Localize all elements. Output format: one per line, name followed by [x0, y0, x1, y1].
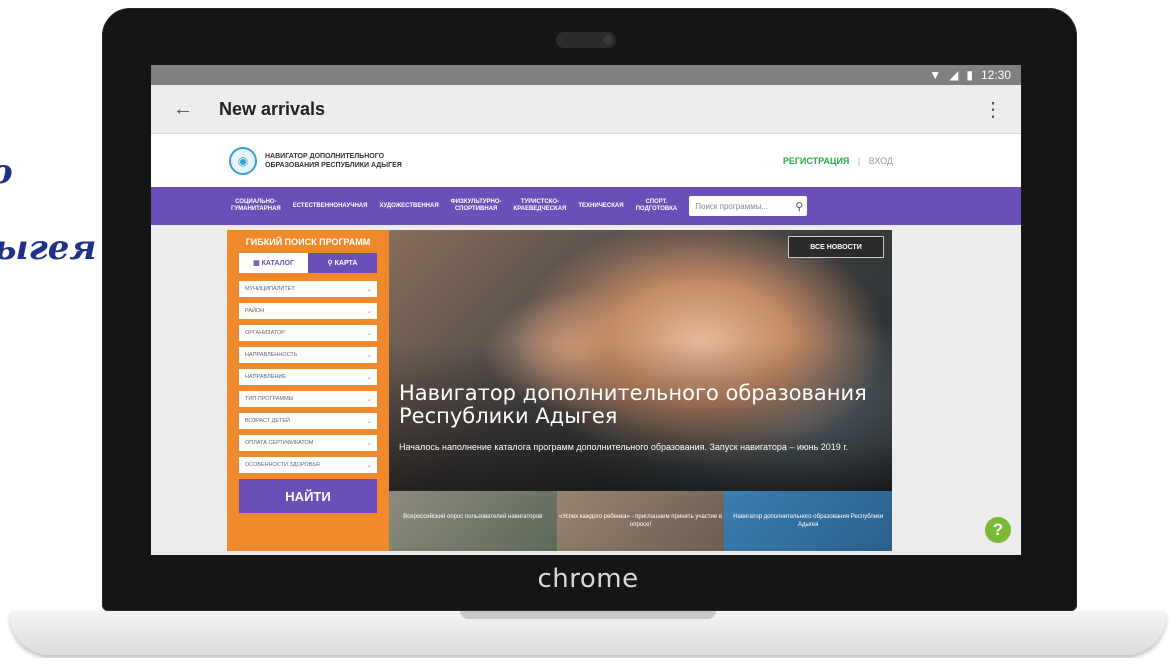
laptop-brand-label: chrome: [537, 564, 639, 594]
all-news-button[interactable]: ВСЕ НОВОСТИ: [788, 236, 884, 258]
nav-item-sport-training[interactable]: СПОРТ. ПОДГОТОВКА: [632, 199, 682, 213]
select-district[interactable]: РАЙОН ⌄: [239, 303, 377, 319]
android-status-bar: ▼ ◢ ▮ 12:30: [151, 65, 1021, 85]
site-name[interactable]: НАВИГАТОР ДОПОЛНИТЕЛЬНОГО ОБРАЗОВАНИЯ РЕ…: [265, 152, 425, 170]
chevron-down-icon: ⌄: [366, 418, 372, 425]
select-program-type[interactable]: ТИП ПРОГРАММЫ ⌄: [239, 391, 377, 407]
login-link[interactable]: ВХОД: [869, 156, 893, 166]
select-organizer[interactable]: ОРГАНИЗАТОР ⌄: [239, 325, 377, 341]
side-caption-line-1: о: [0, 152, 13, 192]
news-card[interactable]: Всероссийский опрос пользователей навига…: [389, 491, 557, 551]
hero-banner[interactable]: ВСЕ НОВОСТИ Навигатор дополнительного об…: [389, 230, 892, 551]
search-placeholder: Поиск программы...: [695, 201, 769, 211]
category-nav: СОЦИАЛЬНО- ГУМАНИТАРНАЯ ЕСТЕСТВЕННОНАУЧНА…: [151, 187, 1021, 225]
select-certificate-payment[interactable]: ОПЛАТА СЕРТИФИКАТОМ ⌄: [239, 435, 377, 451]
nav-item-natural-science[interactable]: ЕСТЕСТВЕННОНАУЧНАЯ: [289, 203, 372, 210]
camera-icon: [603, 35, 613, 45]
search-icon[interactable]: ⚲: [795, 200, 803, 213]
nav-item-sport[interactable]: ФИЗКУЛЬТУРНО- СПОРТИВНАЯ: [447, 199, 506, 213]
program-search-input[interactable]: Поиск программы... ⚲: [689, 196, 808, 216]
select-direction[interactable]: НАПРАВЛЕНИЕ ⌄: [239, 369, 377, 385]
chevron-down-icon: ⌄: [366, 330, 372, 337]
chevron-down-icon: ⌄: [366, 396, 372, 403]
more-options-icon[interactable]: ⋮: [983, 97, 1003, 122]
find-button[interactable]: НАЙТИ: [239, 479, 377, 513]
nav-item-tourism[interactable]: ТУРИСТСКО- КРАЕВЕДЧЕСКАЯ: [510, 199, 571, 213]
chevron-down-icon: ⌄: [366, 462, 372, 469]
select-focus[interactable]: НАПРАВЛЕННОСТЬ ⌄: [239, 347, 377, 363]
main-content: ГИБКИЙ ПОИСК ПРОГРАММ ▦ КАТАЛОГ ⚲ КАРТА …: [151, 225, 1021, 555]
chevron-down-icon: ⌄: [366, 440, 372, 447]
select-age[interactable]: ВОЗРАСТ ДЕТЕЙ ⌄: [239, 413, 377, 429]
chevron-down-icon: ⌄: [366, 286, 372, 293]
register-link[interactable]: РЕГИСТРАЦИЯ: [783, 156, 850, 166]
battery-icon: ▮: [966, 68, 973, 82]
filter-panel: ГИБКИЙ ПОИСК ПРОГРАММ ▦ КАТАЛОГ ⚲ КАРТА …: [227, 230, 389, 551]
catalog-tab[interactable]: ▦ КАТАЛОГ: [239, 253, 308, 273]
news-card[interactable]: Навигатор дополнительного образования Ре…: [724, 491, 892, 551]
map-tab-label: КАРТА: [334, 259, 358, 267]
select-health-features[interactable]: ОСОБЕННОСТИ ЗДОРОВЬЯ ⌄: [239, 457, 377, 473]
site-logo-icon[interactable]: ◉: [229, 146, 257, 175]
view-toggle: ▦ КАТАЛОГ ⚲ КАРТА: [239, 253, 377, 273]
app-bar-title: New arrivals: [219, 98, 326, 119]
laptop-base-notch: [460, 611, 716, 619]
app-bar: ← New arrivals ⋮: [151, 85, 1021, 134]
help-button[interactable]: ?: [985, 517, 1011, 543]
side-caption-line-2: ыгея: [0, 228, 97, 268]
hero-title: Навигатор дополнительного образования Ре…: [399, 381, 867, 428]
status-time: 12:30: [980, 68, 1011, 82]
site-header: ◉ НАВИГАТОР ДОПОЛНИТЕЛЬНОГО ОБРАЗОВАНИЯ …: [151, 134, 1021, 187]
nav-item-social[interactable]: СОЦИАЛЬНО- ГУМАНИТАРНАЯ: [227, 199, 285, 213]
back-arrow-icon[interactable]: ←: [173, 98, 193, 121]
chevron-down-icon: ⌄: [366, 352, 372, 359]
chevron-down-icon: ⌄: [366, 308, 372, 315]
laptop-screen: ▼ ◢ ▮ 12:30 ← New arrivals ⋮ ◉ НАВИГАТОР…: [151, 65, 1021, 555]
filter-title: ГИБКИЙ ПОИСК ПРОГРАММ: [245, 237, 371, 247]
nav-item-art[interactable]: ХУДОЖЕСТВЕННАЯ: [375, 203, 442, 210]
grid-icon: ▦: [253, 260, 260, 267]
news-card[interactable]: «Успех каждого ребенка» - приглашаем при…: [556, 491, 725, 551]
auth-separator: |: [857, 155, 861, 166]
chevron-down-icon: ⌄: [366, 374, 372, 381]
signal-icon: ◢: [949, 68, 959, 82]
select-municipality[interactable]: МУНИЦИПАЛИТЕТ ⌄: [239, 281, 377, 297]
hero-subtitle: Началось наполнение каталога программ до…: [399, 442, 849, 452]
news-cards: Всероссийский опрос пользователей навига…: [389, 491, 892, 551]
filter-selects: МУНИЦИПАЛИТЕТ ⌄ РАЙОН ⌄ ОРГАНИЗАТОР ⌄ НАПРА…: [239, 281, 377, 473]
site-name-line-1: НАВИГАТОР ДОПОЛНИТЕЛЬНОГО: [265, 152, 385, 160]
map-tab[interactable]: ⚲ КАРТА: [308, 253, 377, 273]
site-name-line-2: ОБРАЗОВАНИЯ РЕСПУБЛИКИ АДЫГЕЯ: [265, 161, 402, 169]
map-pin-icon: ⚲: [327, 260, 333, 267]
nav-item-technical[interactable]: ТЕХНИЧЕСКАЯ: [574, 203, 627, 210]
auth-links: РЕГИСТРАЦИЯ | ВХОД: [783, 156, 893, 166]
catalog-tab-label: КАТАЛОГ: [261, 259, 294, 267]
wifi-icon: ▼: [929, 68, 942, 82]
